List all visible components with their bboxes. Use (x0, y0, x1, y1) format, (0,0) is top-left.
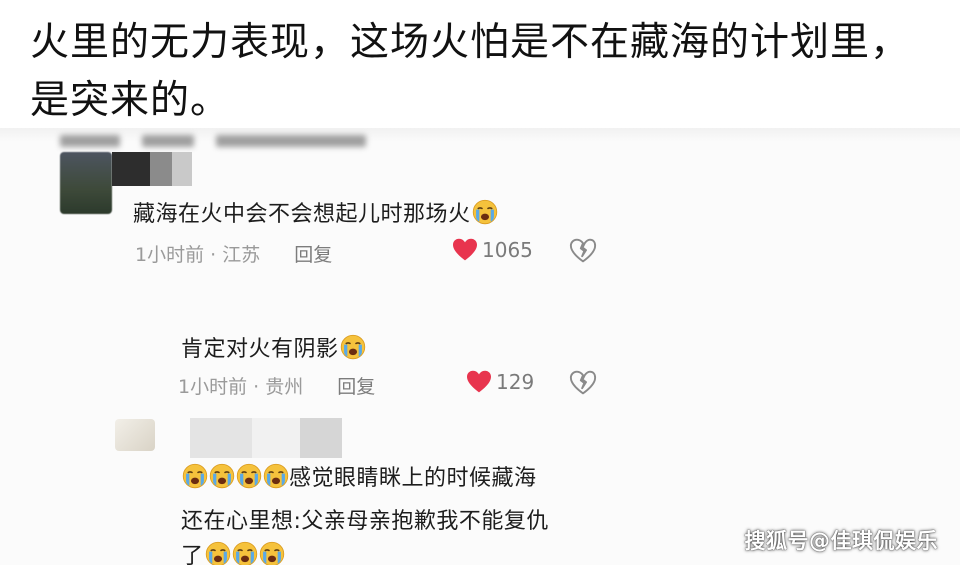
article-headline: 火里的无力表现，这场火怕是不在藏海的计划里，是突来的。 (30, 20, 911, 123)
comment-body: 了 (181, 544, 204, 565)
comment-location: 江苏 (222, 244, 261, 266)
comment-meta: 1小时前 · 江苏 回复 (135, 244, 333, 266)
crying-emoji-icon (340, 334, 366, 360)
like-count: 1065 (482, 238, 533, 262)
like-button[interactable]: 129 (466, 370, 534, 394)
avatar[interactable] (115, 419, 155, 451)
comment-line-3: 了 (181, 538, 285, 565)
comment-meta: 1小时前 · 贵州 回复 (178, 376, 376, 398)
comment-body: 还在心里想:父亲母亲抱歉我不能复仇 (181, 509, 549, 534)
like-count: 129 (496, 370, 535, 394)
blurred-header (60, 132, 400, 150)
like-button[interactable]: 1065 (452, 238, 533, 262)
comment-line-1: 感觉眼睛眯上的时候藏海 (181, 460, 537, 492)
comment-body: 肯定对火有阴影 (181, 337, 339, 362)
username-mosaic (190, 418, 342, 458)
reply-button[interactable]: 回复 (294, 244, 332, 266)
crying-emoji-icon (232, 541, 258, 565)
embedded-comment-screenshot (0, 128, 960, 565)
comment-line-2: 还在心里想:父亲母亲抱歉我不能复仇 (181, 503, 549, 535)
avatar[interactable] (60, 152, 112, 214)
crying-emoji-icon (209, 463, 235, 489)
comment-text: 藏海在火中会不会想起儿时那场火 (133, 196, 498, 228)
crying-emoji-icon (259, 541, 285, 565)
comment-body: 感觉眼睛眯上的时候藏海 (289, 466, 537, 491)
comment-time: 1小时前 (135, 244, 205, 266)
reply-button[interactable]: 回复 (337, 376, 375, 398)
username-mosaic (112, 152, 192, 186)
reply-comment-text: 肯定对火有阴影 (181, 331, 366, 363)
comment-body: 藏海在火中会不会想起儿时那场火 (133, 202, 471, 227)
heart-icon (452, 238, 478, 262)
crying-emoji-icon (472, 199, 498, 225)
broken-heart-icon[interactable] (569, 370, 597, 396)
crying-emoji-icon (205, 541, 231, 565)
comment-time: 1小时前 (178, 376, 248, 398)
crying-emoji-icon (236, 463, 262, 489)
comment-location: 贵州 (265, 376, 304, 398)
heart-icon (466, 370, 492, 394)
broken-heart-icon[interactable] (569, 238, 597, 264)
crying-emoji-icon (263, 463, 289, 489)
crying-emoji-icon (182, 463, 208, 489)
page: 火里的无力表现，这场火怕是不在藏海的计划里，是突来的。 藏海在火中会不会想起儿时… (0, 0, 960, 565)
watermark: 搜狐号@佳琪侃娱乐 (744, 529, 938, 553)
